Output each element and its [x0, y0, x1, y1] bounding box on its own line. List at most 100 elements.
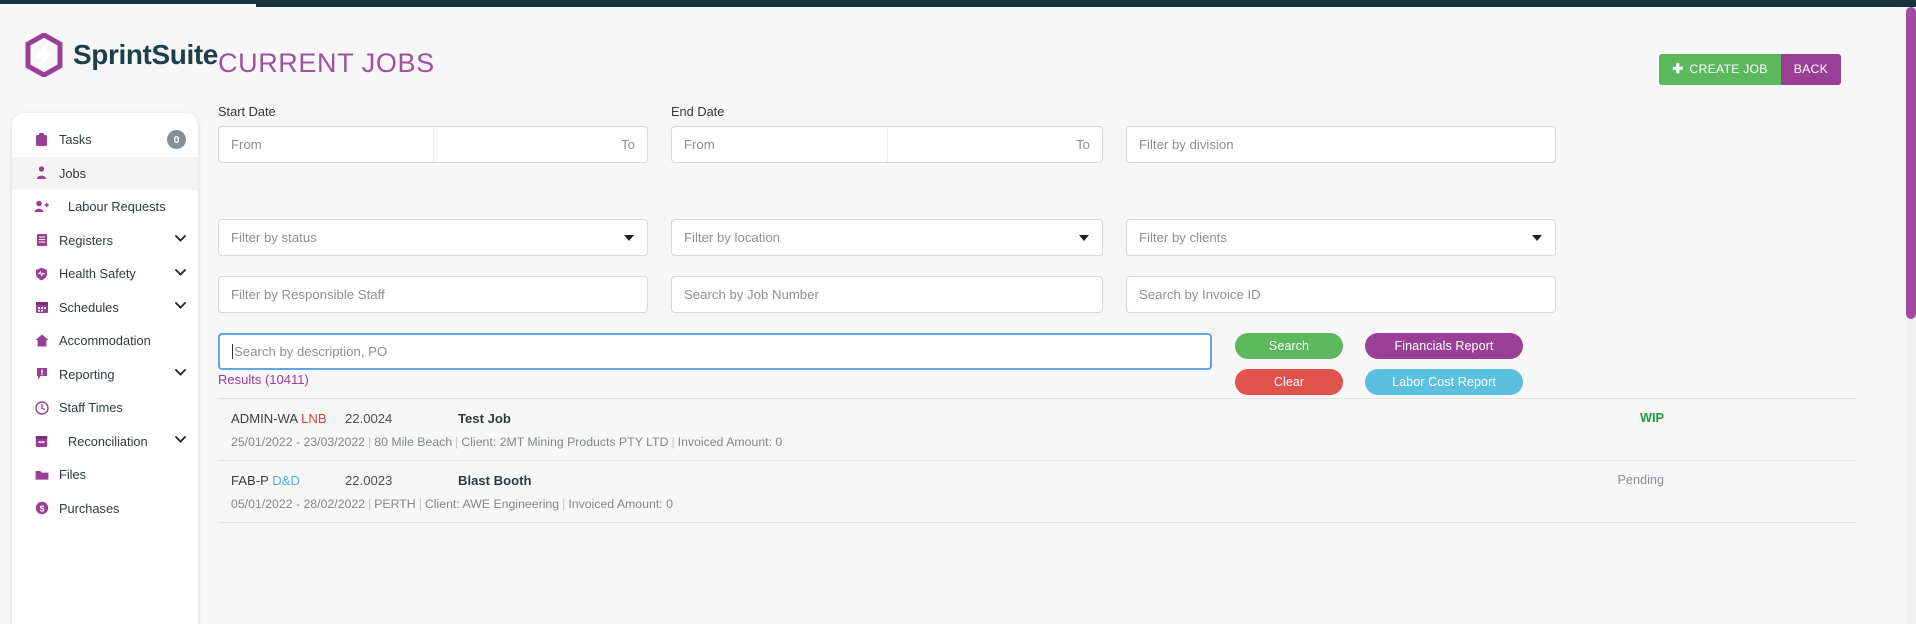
job-row-meta: 25/01/2022 - 23/03/2022 | 80 Mile Beach | Cl…	[218, 435, 1856, 449]
status-badge: WIP	[1640, 411, 1664, 425]
clients-filter-select[interactable]: Filter by clients	[1126, 219, 1556, 256]
job-number-input[interactable]: Search by Job Number	[671, 276, 1103, 313]
status-placeholder: Filter by status	[231, 230, 317, 245]
chevron-down-icon[interactable]	[1079, 234, 1089, 241]
page-title: CURRENT JOBS	[218, 48, 435, 78]
sidebar-item-label: Staff Times	[59, 400, 123, 416]
table-row[interactable]: FAB-P D&D 22.0023 Blast Booth Pending 05…	[218, 461, 1856, 523]
start-date-range-input[interactable]: From To	[218, 126, 648, 163]
person-icon	[34, 166, 49, 180]
plus-icon: ✚	[1672, 61, 1684, 76]
chevron-down-icon[interactable]	[1532, 234, 1542, 241]
filter-row-dates: Start Date From To End Date From To Filt…	[218, 104, 1856, 163]
page-scrollbar[interactable]	[1906, 7, 1916, 624]
sidebar-item-accommodation[interactable]: Accommodation	[12, 324, 198, 358]
sidebar-item-label: Reporting	[59, 366, 115, 382]
description-search-placeholder: Search by description, PO	[234, 344, 388, 359]
app-root: SprintSuite Tasks 0 Jobs Labour Requests	[0, 0, 1916, 624]
location-group: Filter by location	[671, 219, 1103, 256]
division-spacer-label	[1126, 104, 1556, 119]
report-icon	[34, 367, 49, 381]
job-client: Client: AWE Engineering	[424, 497, 560, 511]
book-icon	[34, 233, 49, 247]
invoice-id-placeholder: Search by Invoice ID	[1139, 287, 1261, 302]
start-date-from[interactable]: From	[219, 127, 433, 162]
sidebar-item-tasks[interactable]: Tasks 0	[12, 123, 198, 157]
folder-icon	[34, 469, 49, 481]
results-list: ADMIN-WA LNB 22.0024 Test Job WIP 25/01/…	[218, 398, 1856, 523]
job-client: Client: 2MT Mining Products PTY LTD	[461, 435, 669, 449]
job-code: FAB-P D&D	[231, 473, 345, 488]
sidebar-item-purchases[interactable]: $ Purchases	[12, 492, 198, 526]
scrollbar-thumb[interactable]	[1906, 7, 1916, 319]
user-plus-icon	[34, 200, 49, 213]
chevron-down-icon[interactable]	[175, 369, 186, 379]
search-button[interactable]: Search	[1235, 333, 1343, 359]
meta-separator: |	[418, 497, 422, 511]
job-row-main: FAB-P D&D 22.0023 Blast Booth	[218, 473, 1856, 488]
dollar-circle-icon: $	[34, 501, 49, 515]
job-code-main: FAB-P	[231, 473, 269, 488]
header-actions: ✚ CREATE JOB BACK	[1659, 54, 1841, 85]
sidebar-item-files[interactable]: Files	[12, 458, 198, 492]
financials-report-button[interactable]: Financials Report	[1365, 333, 1523, 359]
job-description: Test Job	[458, 411, 511, 426]
filter-row-gap-3	[218, 313, 1856, 333]
chevron-down-icon[interactable]	[175, 268, 186, 279]
meta-separator: |	[368, 435, 372, 449]
chevron-down-icon[interactable]	[175, 302, 186, 312]
filter-row-text: Filter by Responsible Staff Search by Jo…	[218, 276, 1856, 313]
end-date-to[interactable]: To	[888, 127, 1103, 162]
status-badge: Pending	[1617, 473, 1664, 487]
job-date-range: 05/01/2022 - 28/02/2022	[231, 497, 366, 511]
hexagon-bolt-logo-icon	[24, 32, 64, 78]
job-row-main: ADMIN-WA LNB 22.0024 Test Job	[218, 411, 1856, 426]
sidebar-item-staff-times[interactable]: Staff Times	[12, 391, 198, 425]
svg-text:$: $	[39, 504, 44, 514]
status-filter-select[interactable]: Filter by status	[218, 219, 648, 256]
sidebar-item-registers[interactable]: Registers	[12, 224, 198, 258]
chevron-down-icon[interactable]	[175, 436, 186, 446]
end-date-from[interactable]: From	[672, 127, 887, 162]
create-job-button[interactable]: ✚ CREATE JOB	[1659, 54, 1781, 85]
job-date-range: 25/01/2022 - 23/03/2022	[231, 435, 366, 449]
job-code-tag: LNB	[301, 411, 327, 426]
sidebar-item-label: Registers	[59, 232, 114, 248]
job-number: 22.0023	[345, 473, 393, 488]
brand-logo[interactable]: SprintSuite	[24, 32, 218, 78]
invoice-id-input[interactable]: Search by Invoice ID	[1126, 276, 1556, 313]
filter-row-gap	[218, 163, 1856, 219]
job-number-group: Search by Job Number	[671, 276, 1103, 313]
archive-icon	[34, 435, 49, 448]
responsible-staff-input[interactable]: Filter by Responsible Staff	[218, 276, 648, 313]
clients-group: Filter by clients	[1126, 219, 1556, 256]
start-date-to[interactable]: To	[434, 127, 648, 162]
end-date-range-input[interactable]: From To	[671, 126, 1103, 163]
description-search-input[interactable]: Search by description, PO	[218, 333, 1212, 370]
division-filter-input[interactable]: Filter by division	[1126, 126, 1556, 163]
sidebar-item-reporting[interactable]: Reporting	[12, 358, 198, 392]
table-row[interactable]: ADMIN-WA LNB 22.0024 Test Job WIP 25/01/…	[218, 399, 1856, 461]
sidebar-item-label: Files	[59, 467, 87, 483]
job-invoiced: Invoiced Amount: 0	[677, 435, 783, 449]
filters-panel: Start Date From To End Date From To Filt…	[218, 104, 1856, 395]
sidebar-item-health-safety[interactable]: Health Safety	[12, 257, 198, 291]
location-filter-select[interactable]: Filter by location	[671, 219, 1103, 256]
sidebar-item-jobs[interactable]: Jobs	[12, 156, 198, 190]
start-date-label: Start Date	[218, 104, 276, 119]
description-search-group: Search by description, PO	[218, 333, 1212, 370]
chevron-down-icon[interactable]	[175, 235, 186, 245]
sidebar-item-schedules[interactable]: Schedules	[12, 291, 198, 325]
sidebar-item-label: Jobs	[59, 165, 87, 181]
meta-separator: |	[455, 435, 459, 449]
status-group: Filter by status	[218, 219, 648, 256]
calendar-icon	[34, 300, 49, 314]
chevron-down-icon[interactable]	[624, 234, 634, 241]
sidebar-item-labour-requests[interactable]: Labour Requests	[12, 190, 198, 224]
shield-heart-icon	[34, 267, 49, 281]
home-icon	[34, 334, 49, 347]
sidebar-item-reconciliation[interactable]: Reconciliation	[12, 425, 198, 459]
end-date-label: End Date	[671, 104, 725, 119]
text-cursor	[232, 344, 233, 359]
back-button[interactable]: BACK	[1780, 54, 1841, 85]
